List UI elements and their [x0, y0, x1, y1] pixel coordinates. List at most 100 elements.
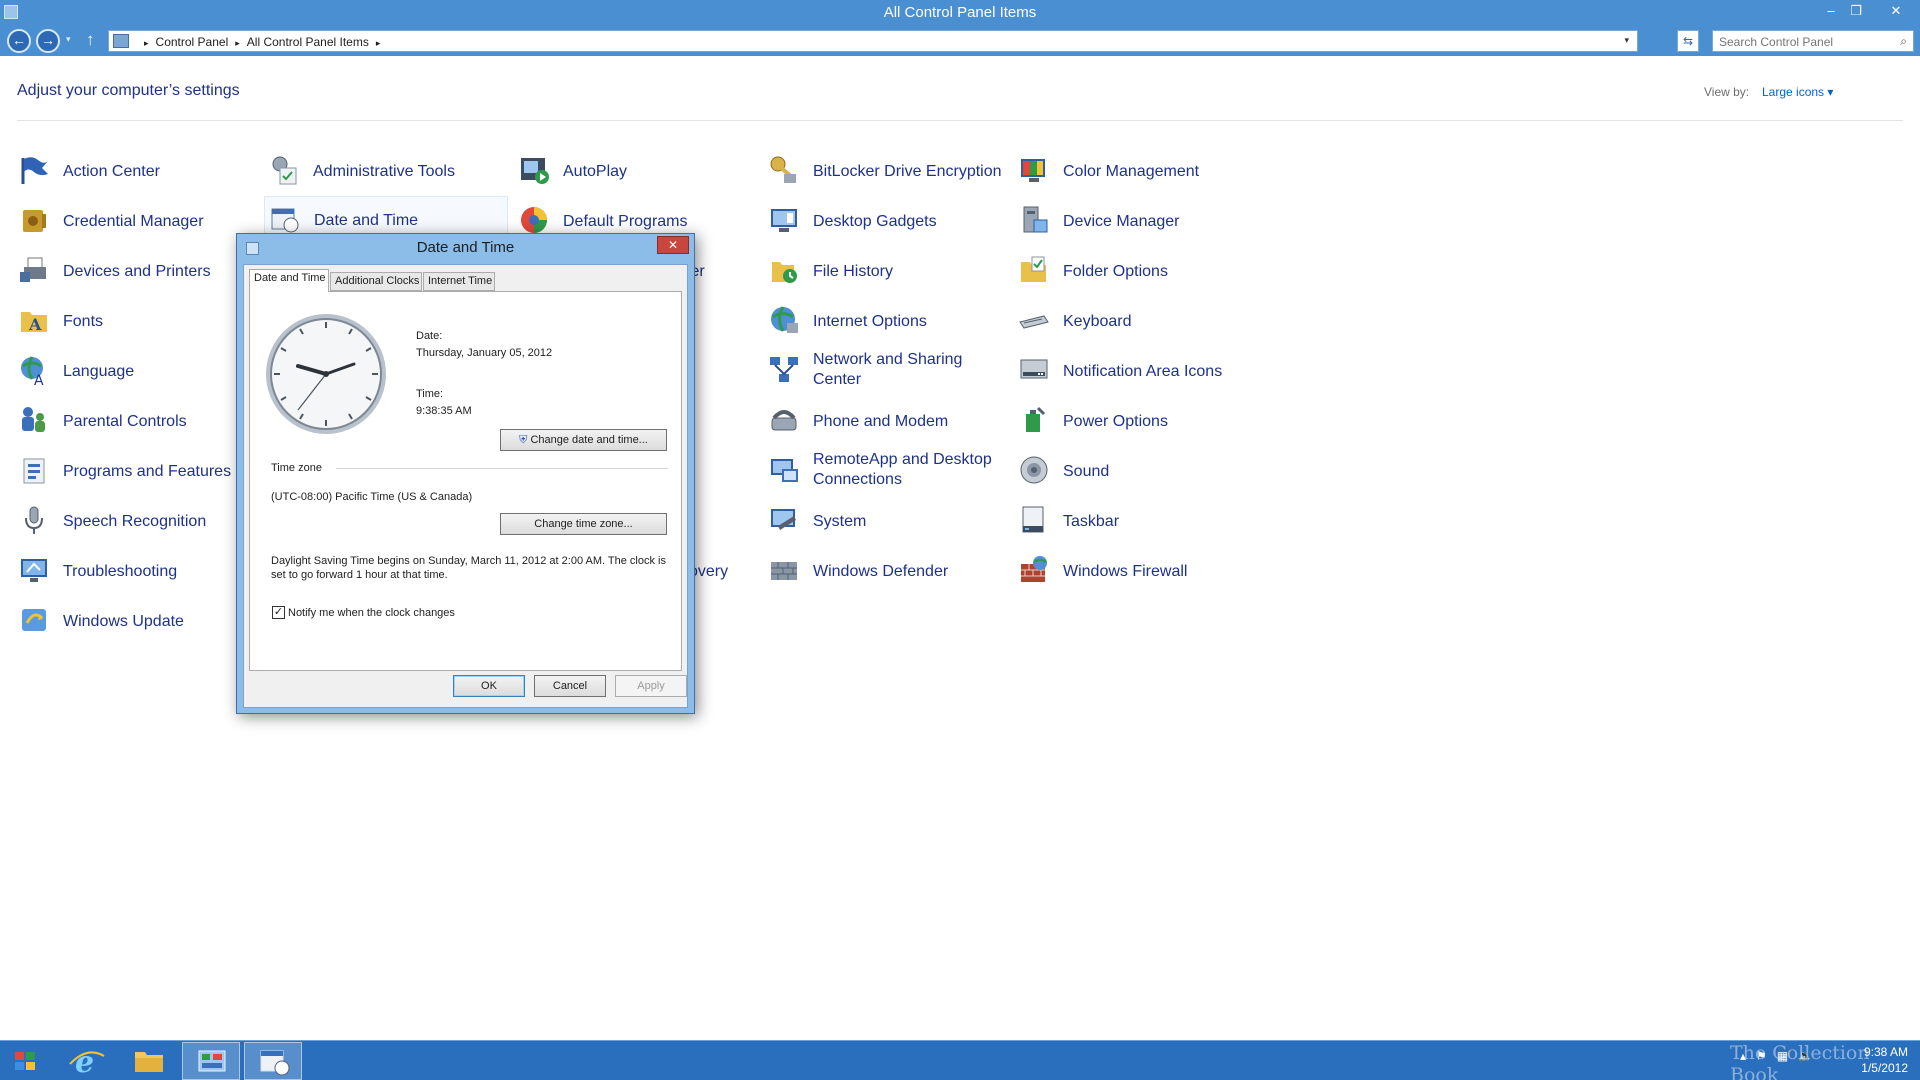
item-sound[interactable]: Sound	[1018, 452, 1258, 492]
item-keyboard[interactable]: Keyboard	[1018, 302, 1258, 342]
item-programs-features[interactable]: Programs and Features	[18, 452, 258, 492]
item-language[interactable]: A Language	[18, 352, 258, 392]
item-administrative-tools[interactable]: Administrative Tools	[268, 152, 508, 192]
notify-checkbox[interactable]: ✓	[272, 606, 285, 619]
item-windows-defender[interactable]: Windows Defender	[768, 552, 1008, 592]
svg-text:A: A	[28, 315, 42, 334]
page-title: Adjust your computer’s settings	[17, 82, 240, 99]
breadcrumb: ▸ Control Panel ▸ All Control Panel Items ▸	[144, 35, 381, 49]
date-value: Thursday, January 05, 2012	[416, 347, 553, 359]
speaker-icon	[1020, 456, 1048, 484]
back-button[interactable]: ←	[7, 29, 31, 53]
item-power-options[interactable]: Power Options	[1018, 402, 1258, 442]
item-troubleshooting[interactable]: Troubleshooting	[18, 552, 258, 592]
taskbar-file-explorer[interactable]	[120, 1042, 178, 1080]
breadcrumb-control-panel[interactable]: Control Panel	[156, 35, 229, 49]
search-input[interactable]	[1719, 34, 1887, 49]
item-bitlocker[interactable]: BitLocker Drive Encryption	[768, 152, 1008, 192]
firewall-icon	[1021, 556, 1047, 582]
microphone-icon	[25, 506, 43, 534]
ok-button[interactable]: OK	[453, 675, 525, 697]
file-history-icon	[772, 262, 797, 283]
dialog-body: Date and Time Additional Clocks Internet…	[243, 264, 688, 708]
refresh-button[interactable]: ⇆	[1677, 30, 1699, 52]
divider	[17, 120, 1903, 121]
control-panel-icon	[198, 1050, 226, 1072]
key-icon	[770, 156, 796, 183]
time-label: Time:	[416, 388, 444, 400]
tab-date-and-time[interactable]: Date and Time	[249, 269, 329, 292]
date-label: Date:	[416, 330, 443, 342]
phone-icon	[771, 410, 797, 431]
apply-button[interactable]: Apply	[615, 675, 687, 697]
change-date-time-button[interactable]: ⛨ Change date and time...	[500, 429, 667, 451]
admin-tools-icon	[272, 156, 297, 185]
item-fonts[interactable]: A Fonts	[18, 302, 258, 342]
item-action-center[interactable]: Action Center	[18, 152, 258, 192]
item-desktop-gadgets[interactable]: Desktop Gadgets	[768, 202, 1008, 242]
forward-button[interactable]: →	[36, 29, 60, 53]
tab-internet-time[interactable]: Internet Time	[423, 272, 495, 291]
minimize-button[interactable]: –	[1818, 2, 1844, 20]
start-button[interactable]	[0, 1042, 52, 1080]
maximize-button[interactable]: ❐	[1843, 2, 1869, 20]
windows-logo-icon	[15, 1052, 35, 1070]
analog-clock	[266, 314, 386, 434]
item-remoteapp[interactable]: RemoteApp and Desktop Connections	[768, 450, 1008, 490]
breadcrumb-all-items[interactable]: All Control Panel Items	[247, 35, 369, 49]
item-file-history[interactable]: File History	[768, 252, 1008, 292]
item-phone-modem[interactable]: Phone and Modem	[768, 402, 1008, 442]
printer-icon	[20, 257, 46, 282]
item-internet-options[interactable]: Internet Options	[768, 302, 1008, 342]
svg-text:e: e	[75, 1045, 94, 1080]
item-parental-controls[interactable]: Parental Controls	[18, 402, 258, 442]
tab-additional-clocks[interactable]: Additional Clocks	[330, 272, 422, 291]
item-windows-firewall[interactable]: Windows Firewall	[1018, 552, 1258, 592]
item-device-manager[interactable]: Device Manager	[1018, 202, 1258, 242]
taskbar-control-panel[interactable]	[182, 1042, 240, 1080]
internet-explorer-icon: e	[69, 1045, 105, 1080]
view-by-dropdown[interactable]: Large icons ▾	[1762, 85, 1833, 99]
calendar-clock-icon	[260, 1050, 290, 1076]
power-icon	[1026, 406, 1046, 432]
item-color-management[interactable]: Color Management	[1018, 152, 1258, 192]
remote-desktop-icon	[771, 459, 798, 482]
item-credential-manager[interactable]: Credential Manager	[18, 202, 258, 242]
color-management-icon	[1021, 159, 1045, 182]
item-speech-recognition[interactable]: Speech Recognition	[18, 502, 258, 542]
close-button[interactable]: ✕	[1880, 2, 1912, 20]
up-button[interactable]: ↑	[86, 30, 95, 50]
item-autoplay[interactable]: AutoPlay	[518, 152, 758, 192]
network-icon	[770, 357, 798, 382]
search-box[interactable]: ⌕	[1712, 30, 1914, 52]
autoplay-icon	[521, 158, 549, 184]
vault-icon	[23, 210, 46, 232]
dst-notice: Daylight Saving Time begins on Sunday, M…	[271, 555, 666, 581]
taskbar-date-time[interactable]	[244, 1042, 302, 1080]
default-programs-icon	[521, 207, 547, 233]
item-system[interactable]: System	[768, 502, 1008, 542]
item-taskbar[interactable]: Taskbar	[1018, 502, 1258, 542]
view-by-label: View by:	[1704, 85, 1750, 99]
search-icon[interactable]: ⌕	[1900, 34, 1907, 49]
address-bar[interactable]: ▸ Control Panel ▸ All Control Panel Items ▸ …	[108, 30, 1638, 52]
gadgets-icon	[771, 209, 797, 232]
taskbar-internet-explorer[interactable]: e	[58, 1042, 116, 1080]
control-panel-icon	[113, 34, 129, 48]
cancel-button[interactable]: Cancel	[534, 675, 606, 697]
notification-area-icon	[1020, 359, 1048, 379]
svg-text:A: A	[34, 373, 44, 386]
time-value: 9:38:35 AM	[416, 405, 472, 417]
item-folder-options[interactable]: Folder Options	[1018, 252, 1258, 292]
address-dropdown[interactable]: ▾	[1624, 35, 1629, 46]
recent-locations-dropdown[interactable]: ▾	[66, 34, 71, 45]
item-devices-printers[interactable]: Devices and Printers	[18, 252, 258, 292]
change-time-zone-button[interactable]: Change time zone...	[500, 513, 667, 535]
timezone-value: (UTC-08:00) Pacific Time (US & Canada)	[271, 491, 473, 503]
calendar-clock-icon	[271, 208, 299, 233]
notify-label: Notify me when the clock changes	[288, 607, 455, 619]
dialog-close-button[interactable]: ✕	[657, 236, 689, 254]
item-network-sharing-center[interactable]: Network and Sharing Center	[768, 350, 1008, 390]
item-windows-update[interactable]: Windows Update	[18, 602, 258, 642]
item-notification-area-icons[interactable]: Notification Area Icons	[1018, 352, 1258, 392]
